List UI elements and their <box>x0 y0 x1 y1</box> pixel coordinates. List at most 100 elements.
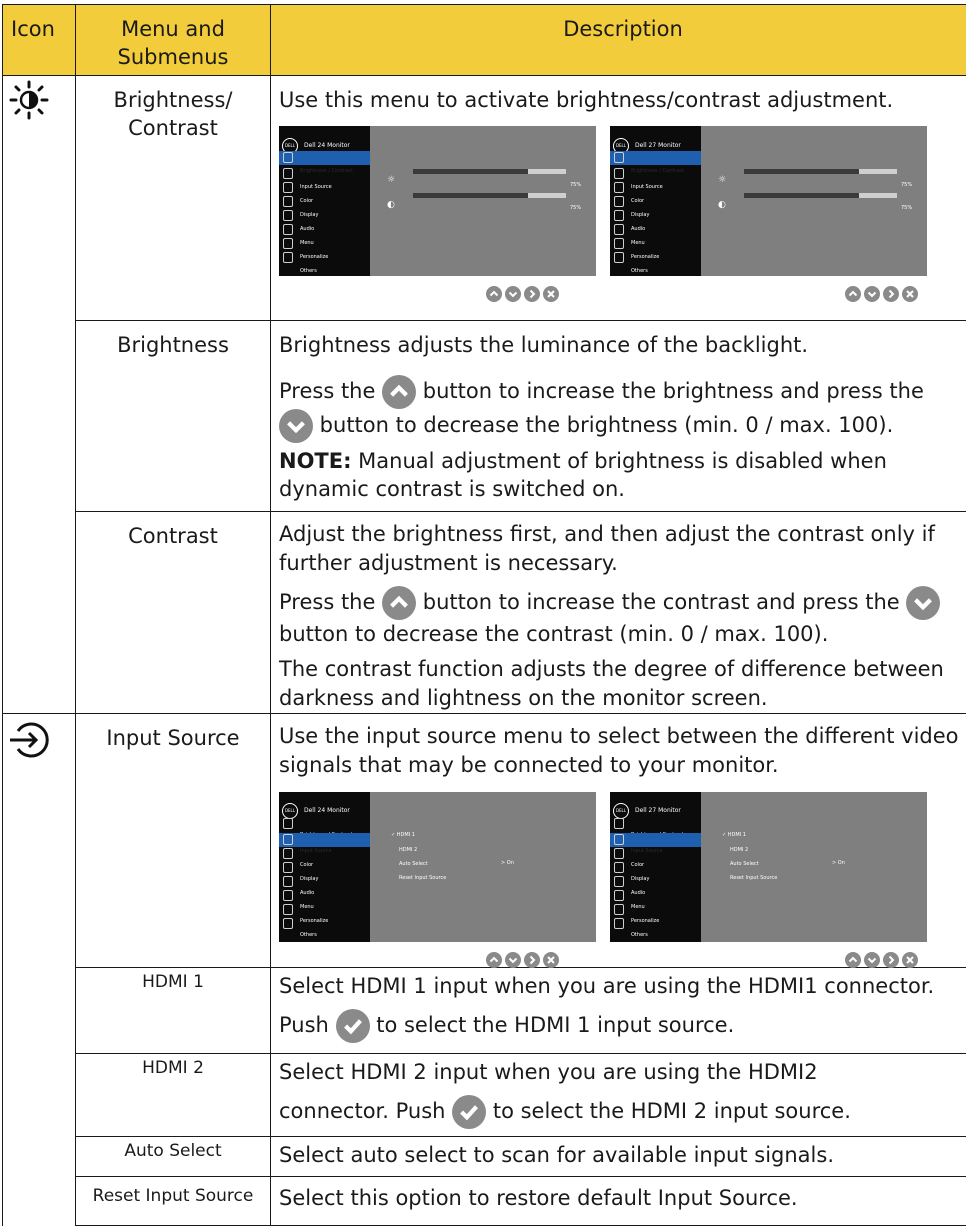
table-header-row: Icon Menu and Submenus Description <box>2 4 966 76</box>
icon-cell <box>2 75 76 714</box>
osd-buttons <box>486 952 559 968</box>
osd-menu-item: Personalize <box>279 903 370 924</box>
desc-auto-select: Select auto select to scan for available… <box>270 1136 966 1177</box>
osd-menu-item: Others <box>610 917 701 938</box>
osd-menu-item: Others <box>610 251 701 274</box>
desc-text: Press the button to increase the contras… <box>279 586 966 649</box>
osd-option-value: > On <box>501 860 514 866</box>
osd-screenshots: DELLDell 24 Monitor Brightness / Contras… <box>279 792 966 968</box>
up-button-icon <box>845 952 861 968</box>
right-button-icon <box>883 286 899 302</box>
desc-text: Use the input source menu to select betw… <box>279 724 959 777</box>
table-row: Auto Select Select auto select to scan f… <box>3 1136 966 1177</box>
brightness-fill <box>744 169 859 174</box>
osd-menu-item: Menu <box>279 889 370 910</box>
down-button-icon <box>906 586 941 620</box>
menu-reset-input-source: Reset Input Source <box>75 1176 271 1226</box>
osd-menu-item: Personalize <box>279 237 370 260</box>
osd-menu-item: Brightness / Contrast <box>610 817 701 838</box>
header-icon: Icon <box>2 4 76 76</box>
header-description: Description <box>270 4 966 76</box>
osd-menu-item: Display <box>279 195 370 218</box>
osd-menu-item: Input Source <box>610 833 701 854</box>
osd-title: Dell 27 Monitor <box>635 807 681 814</box>
desc-text: Push to select the HDMI 1 input source. <box>279 1009 966 1043</box>
osd-menu-item: Menu <box>279 223 370 246</box>
table-row: Brightness Brightness adjusts the lumina… <box>3 320 966 512</box>
up-button-icon <box>486 286 502 302</box>
brightness-contrast-icon <box>9 80 49 120</box>
osd-menu-table: Icon Menu and Submenus Description Brigh… <box>2 4 966 1226</box>
down-button-icon <box>279 409 313 443</box>
menu-hdmi-1: HDMI 1 <box>75 967 271 1054</box>
contrast-bar <box>744 193 897 198</box>
osd-title: Dell 24 Monitor <box>304 807 350 814</box>
table-row: Brightness/ Contrast Use this menu to ac… <box>2 75 966 714</box>
contrast-fill <box>744 193 859 198</box>
check-button-icon <box>452 1095 487 1129</box>
osd-menu-item: Color <box>610 847 701 868</box>
up-button-icon <box>845 286 861 302</box>
desc-text: Adjust the brightness first, and then ad… <box>279 522 935 575</box>
osd-menu-item: Color <box>279 847 370 868</box>
osd-title: Dell 24 Monitor <box>304 142 350 149</box>
up-button-icon <box>486 952 502 968</box>
osd-menu-item: Audio <box>279 875 370 896</box>
osd-menu-item: Display <box>610 195 701 218</box>
osd-menu-item: Audio <box>610 875 701 896</box>
table-row: Contrast Adjust the brightness first, an… <box>3 511 966 714</box>
desc-text: Select HDMI 2 input when you are using t… <box>279 1060 818 1084</box>
brightness-bar <box>744 169 897 174</box>
osd-menu-item: Others <box>279 251 370 274</box>
osd-menu-item: Others <box>279 917 370 938</box>
osd-menu-item: Display <box>610 861 701 882</box>
contrast-icon: ◐ <box>387 200 395 210</box>
desc-text: Press the button to increase the brightn… <box>279 375 966 443</box>
desc-text: connector. Push to select the HDMI 2 inp… <box>279 1095 966 1129</box>
down-button-icon <box>864 952 880 968</box>
contrast-fill <box>413 193 528 198</box>
desc-text: Brightness adjusts the luminance of the … <box>279 333 809 357</box>
menu-hdmi-2: HDMI 2 <box>75 1053 271 1137</box>
close-button-icon <box>902 952 918 968</box>
brightness-bar <box>413 169 566 174</box>
desc-input-source: Use the input source menu to select betw… <box>270 713 966 968</box>
osd-menu-item: Personalize <box>610 903 701 924</box>
table-row: HDMI 1 Select HDMI 1 input when you are … <box>3 967 966 1054</box>
osd-menu-item: Color <box>279 181 370 204</box>
close-button-icon <box>902 286 918 302</box>
table-row: HDMI 2 Select HDMI 2 input when you are … <box>3 1053 966 1137</box>
input-source-icon <box>10 722 49 758</box>
osd-option: Reset Input Source <box>399 875 447 881</box>
osd-menu-item: Input Source <box>279 833 370 854</box>
desc-contrast: Adjust the brightness first, and then ad… <box>270 511 966 714</box>
osd-menu-item: Menu <box>610 223 701 246</box>
desc-hdmi-2: Select HDMI 2 input when you are using t… <box>270 1053 966 1137</box>
desc-text: Use this menu to activate brightness/con… <box>279 88 894 112</box>
osd-screenshot-27: DELLDell 27 Monitor Brightness / Contras… <box>610 792 927 942</box>
menu-contrast: Contrast <box>75 511 271 714</box>
menu-auto-select: Auto Select <box>75 1136 271 1177</box>
right-button-icon <box>883 952 899 968</box>
osd-menu-item: Brightness / Contrast <box>279 817 370 838</box>
osd-buttons <box>845 952 918 968</box>
header-menu: Menu and Submenus <box>75 4 271 76</box>
osd-menu-item: Brightness / Contrast <box>279 151 370 174</box>
osd-menu-item: Brightness / Contrast <box>610 151 701 174</box>
desc-brightness: Brightness adjusts the luminance of the … <box>270 320 966 512</box>
right-button-icon <box>524 952 540 968</box>
osd-menu-item: Input Source <box>279 167 370 190</box>
table-row: Input Source Use the input source menu t… <box>2 713 966 1226</box>
osd-screenshot-24: DELLDell 24 Monitor Brightness / Contras… <box>279 126 596 276</box>
check-button-icon <box>335 1009 370 1043</box>
osd-buttons <box>486 286 559 302</box>
close-button-icon <box>543 952 559 968</box>
icon-cell <box>2 713 76 1226</box>
brightness-fill <box>413 169 528 174</box>
table-row: Reset Input Source Select this option to… <box>3 1176 966 1226</box>
contrast-bar <box>413 193 566 198</box>
osd-menu-item: Audio <box>279 209 370 232</box>
osd-title: Dell 27 Monitor <box>635 142 681 149</box>
osd-menu-item: Menu <box>610 889 701 910</box>
desc-hdmi-1: Select HDMI 1 input when you are using t… <box>270 967 966 1054</box>
